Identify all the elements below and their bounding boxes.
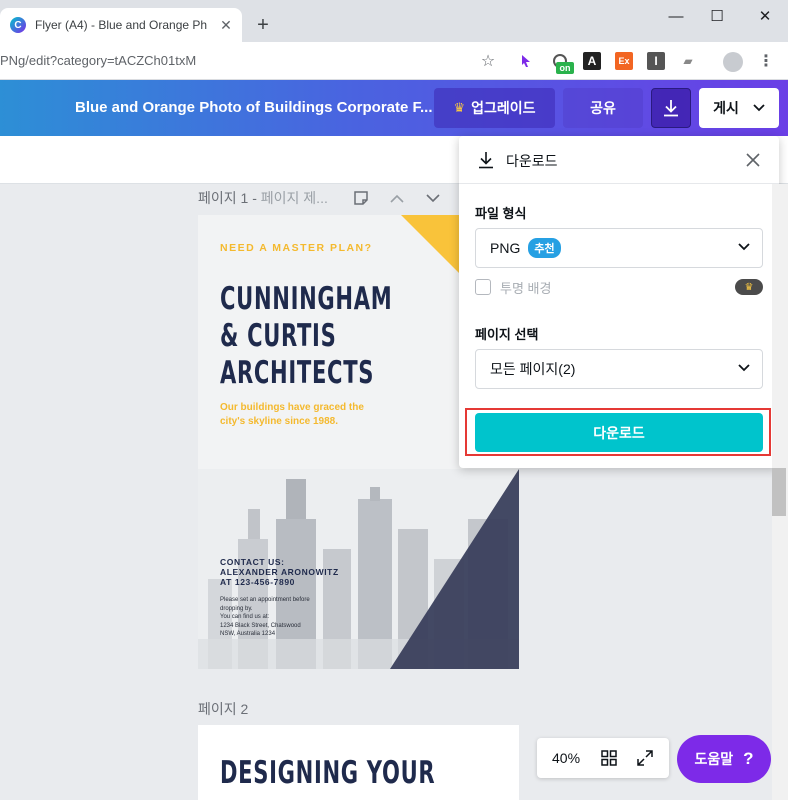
transparent-bg-option: 투명 배경 ♛: [475, 278, 763, 296]
maximize-icon[interactable]: ☐: [697, 0, 737, 32]
tab-title: Flyer (A4) - Blue and Orange Ph: [35, 18, 208, 32]
download-toggle-button[interactable]: [651, 88, 691, 128]
download-icon: [479, 152, 493, 169]
browser-tabstrip: C Flyer (A4) - Blue and Orange Ph ✕ + — …: [0, 0, 788, 42]
new-tab-button[interactable]: +: [252, 14, 274, 36]
publish-button[interactable]: 게시: [699, 88, 779, 128]
tab-close-icon[interactable]: ✕: [218, 17, 234, 33]
profile-avatar-icon[interactable]: [723, 52, 743, 72]
download-panel-header: 다운로드: [459, 136, 779, 184]
a-extension-icon[interactable]: A: [583, 52, 601, 70]
browser-menu-icon[interactable]: ⋮: [757, 52, 775, 70]
page-up-icon[interactable]: [387, 188, 407, 208]
help-button[interactable]: 도움말 ?: [677, 735, 771, 783]
file-type-label: 파일 형식: [475, 206, 527, 221]
flyer-tagline: NEED A MASTER PLAN?: [220, 242, 373, 254]
url-text[interactable]: PNg/edit?category=tACZCh01txM: [0, 53, 196, 68]
file-type-value: PNG: [490, 240, 521, 256]
publish-label: 게시: [713, 100, 739, 116]
page1-title-input[interactable]: 페이지 제...: [261, 190, 328, 206]
flyer-page-2[interactable]: DESIGNING YOUR: [198, 725, 519, 800]
extension-on-badge: on: [556, 62, 574, 74]
page-down-icon[interactable]: [423, 188, 443, 208]
transparent-bg-checkbox[interactable]: [475, 279, 491, 295]
editor-topbar: Blue and Orange Photo of Buildings Corpo…: [0, 80, 788, 136]
download-icon: [664, 100, 678, 117]
pro-crown-icon: ♛: [735, 279, 763, 295]
crown-icon: ♛: [453, 100, 466, 115]
download-panel: 다운로드 파일 형식 PNG 추천 투명 배경 ♛ 페이지 선택 모든 페이지(…: [459, 136, 779, 468]
flyer-subtitle: Our buildings have graced the city's sky…: [220, 402, 364, 427]
download-panel-title: 다운로드: [506, 153, 558, 169]
file-type-select[interactable]: PNG 추천: [475, 228, 763, 268]
cursor-extension-icon[interactable]: [517, 52, 535, 70]
flyer-contact: CONTACT US: ALEXANDER ARONOWITZ AT 123-4…: [220, 557, 339, 587]
recommended-badge: 추천: [528, 238, 561, 258]
i-extension-icon[interactable]: I: [647, 52, 665, 70]
flyer2-heading: DESIGNING YOUR: [220, 755, 436, 791]
chevron-down-icon: [738, 243, 750, 251]
upgrade-label: 업그레이드: [471, 100, 536, 116]
chevron-down-icon: [738, 364, 750, 372]
canva-favicon-icon: C: [10, 17, 26, 33]
download-button[interactable]: 다운로드: [475, 413, 763, 452]
transparent-bg-label: 투명 배경: [500, 280, 552, 296]
folder-extension-icon[interactable]: ▰: [679, 52, 697, 70]
browser-tab[interactable]: C Flyer (A4) - Blue and Orange Ph ✕: [0, 8, 242, 42]
chevron-down-icon: [753, 104, 765, 112]
scrollbar-thumb[interactable]: [772, 468, 786, 516]
grid-view-icon[interactable]: [599, 748, 619, 768]
close-icon[interactable]: [741, 148, 765, 172]
flyer-address: Please set an appointment before droppin…: [220, 597, 310, 637]
bookmark-star-icon[interactable]: ☆: [479, 52, 497, 70]
zoom-level[interactable]: 40%: [552, 750, 580, 766]
question-icon: ?: [743, 749, 754, 768]
fullscreen-icon[interactable]: [635, 748, 655, 768]
help-label: 도움말: [694, 751, 734, 767]
page-select[interactable]: 모든 페이지(2): [475, 349, 763, 389]
page-select-value: 모든 페이지(2): [490, 361, 576, 377]
ex-extension-icon[interactable]: Ex: [615, 52, 633, 70]
page-notes-icon[interactable]: [351, 188, 371, 208]
zoom-controls: 40%: [537, 738, 669, 778]
upgrade-button[interactable]: ♛ 업그레이드: [434, 88, 555, 128]
flyer-heading: CUNNINGHAM & CURTIS ARCHITECTS: [220, 281, 393, 391]
share-button[interactable]: 공유: [563, 88, 643, 128]
page-select-label: 페이지 선택: [475, 327, 539, 342]
document-title[interactable]: Blue and Orange Photo of Buildings Corpo…: [75, 99, 433, 116]
window-close-icon[interactable]: ✕: [745, 0, 785, 32]
address-bar: PNg/edit?category=tACZCh01txM ☆ on A Ex …: [0, 42, 788, 80]
page1-label: 페이지 1 - 페이지 제...: [198, 190, 328, 206]
minimize-icon[interactable]: —: [656, 0, 696, 32]
page2-label: 페이지 2: [198, 701, 249, 717]
